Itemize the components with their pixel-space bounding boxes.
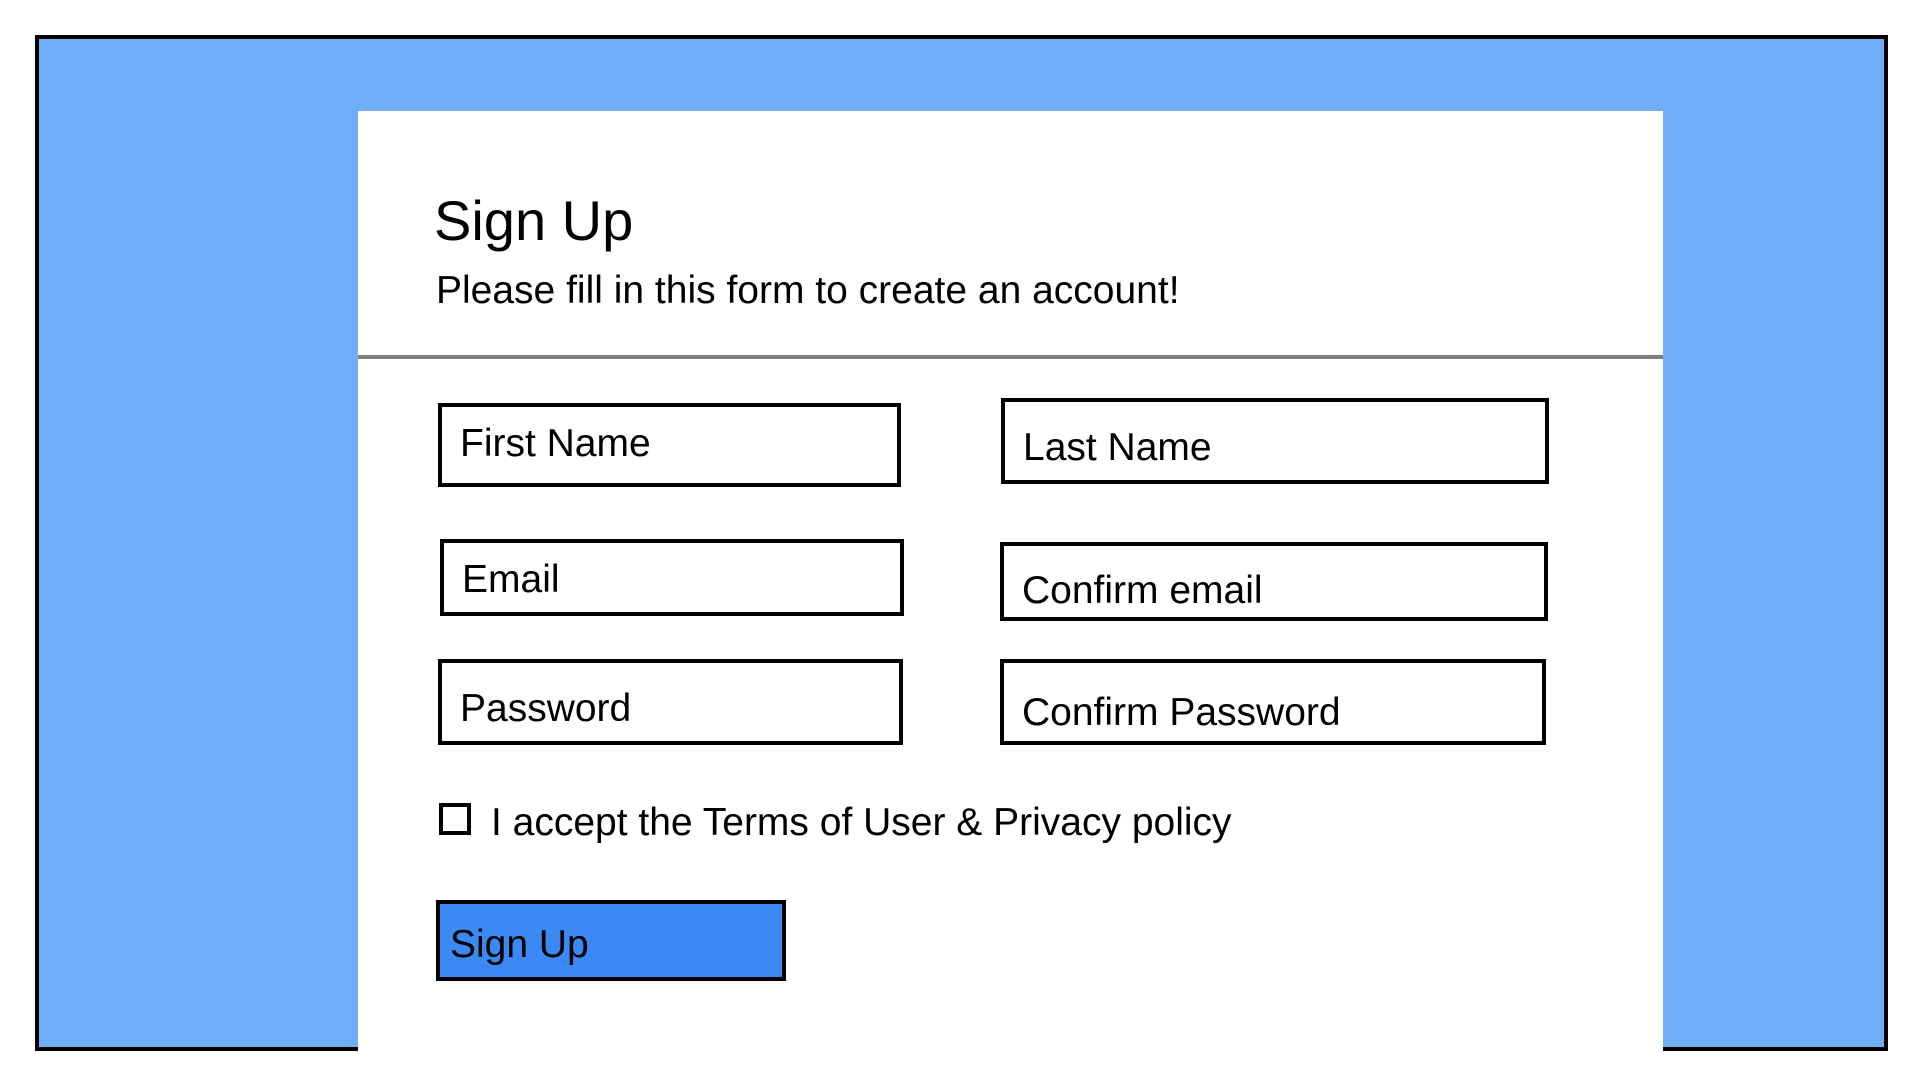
form-subtitle: Please fill in this form to create an ac… xyxy=(436,269,1180,312)
sign-up-button-label: Sign Up xyxy=(450,922,589,966)
confirm-email-placeholder: Confirm email xyxy=(1022,569,1263,612)
confirm-password-field[interactable]: Confirm Password xyxy=(1000,659,1546,745)
terms-checkbox[interactable] xyxy=(439,803,471,835)
header-divider xyxy=(358,355,1663,359)
email-placeholder: Email xyxy=(462,558,560,601)
signup-card: Sign Up Please fill in this form to crea… xyxy=(358,111,1663,1055)
last-name-field[interactable]: Last Name xyxy=(1001,398,1549,484)
form-title: Sign Up xyxy=(434,189,634,252)
sign-up-button[interactable]: Sign Up xyxy=(436,900,786,981)
page-background: Sign Up Please fill in this form to crea… xyxy=(35,35,1888,1055)
password-field[interactable]: Password xyxy=(438,659,903,745)
last-name-placeholder: Last Name xyxy=(1023,426,1212,469)
terms-label[interactable]: I accept the Terms of User & Privacy pol… xyxy=(491,800,1232,847)
confirm-email-field[interactable]: Confirm email xyxy=(1000,542,1548,621)
first-name-field[interactable]: First Name xyxy=(438,403,901,487)
first-name-placeholder: First Name xyxy=(460,422,651,465)
email-field[interactable]: Email xyxy=(440,539,904,616)
password-placeholder: Password xyxy=(460,687,632,730)
confirm-password-placeholder: Confirm Password xyxy=(1022,691,1341,734)
